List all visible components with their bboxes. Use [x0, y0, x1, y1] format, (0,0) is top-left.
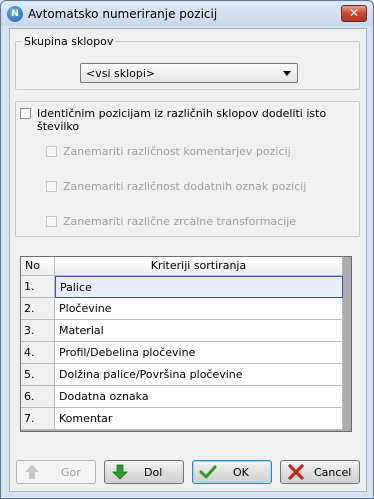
table-row[interactable]: 7. Komentar	[21, 408, 343, 430]
row-number: 5.	[21, 364, 55, 386]
options-fieldset: Identičnim pozicijam iz različnih sklopo…	[15, 101, 360, 237]
arrow-down-icon	[112, 464, 128, 480]
cancel-label: Cancel	[314, 466, 352, 479]
ignore-comments-checkbox[interactable]	[46, 146, 57, 157]
chevron-down-icon[interactable]	[283, 71, 291, 76]
same-number-label: Identičnim pozicijam iz različnih sklopo…	[37, 107, 327, 133]
ignore-mirror-checkbox[interactable]	[46, 216, 57, 227]
move-down-label: Dol	[144, 466, 163, 479]
sorting-criteria-table: No Kriteriji sortiranja 1. Palice 2. Plo…	[20, 256, 352, 432]
row-number: 4.	[21, 342, 55, 364]
row-number: 3.	[21, 320, 55, 342]
move-down-button[interactable]: Dol	[104, 460, 184, 484]
close-button[interactable]: ✕	[341, 5, 367, 22]
criterion-cell[interactable]: Dodatna oznaka	[55, 386, 343, 408]
arrow-up-icon	[25, 465, 39, 479]
criterion-cell[interactable]: Profil/Debelina pločevine	[55, 342, 343, 364]
dialog-window: N Avtomatsko numeriranje pozicij ✕ Skupi…	[0, 0, 374, 499]
ignore-extra-marks-checkbox[interactable]	[46, 181, 57, 192]
move-up-button[interactable]: Gor	[16, 460, 96, 484]
ignore-extra-marks-label: Zanemariti različnost dodatnih oznak poz…	[63, 180, 307, 193]
group-select[interactable]: <vsi sklopi>	[80, 63, 298, 83]
table-row[interactable]: 4. Profil/Debelina pločevine	[21, 342, 343, 364]
table-row[interactable]: 6. Dodatna oznaka	[21, 386, 343, 408]
criterion-cell[interactable]: Material	[55, 320, 343, 342]
group-legend: Skupina sklopov	[22, 35, 116, 48]
ignore-mirror-label: Zanemariti različne zrcalne transformaci…	[63, 215, 297, 228]
table-row[interactable]: 3. Material	[21, 320, 343, 342]
ok-label: OK	[233, 466, 249, 479]
criterion-cell[interactable]: Palice	[55, 276, 343, 298]
row-number: 1.	[21, 276, 55, 298]
table-header: No Kriteriji sortiranja	[21, 257, 343, 276]
group-select-value: <vsi sklopi>	[86, 67, 156, 80]
cancel-button[interactable]: Cancel	[280, 460, 360, 484]
same-number-checkbox[interactable]	[20, 108, 31, 119]
column-header-number[interactable]: No	[21, 257, 55, 276]
window-title: Avtomatsko numeriranje pozicij	[28, 7, 218, 21]
group-fieldset: Skupina sklopov <vsi sklopi>	[15, 35, 360, 90]
move-up-label: Gor	[61, 466, 81, 479]
cancel-x-icon	[288, 464, 304, 480]
dialog-body: Skupina sklopov <vsi sklopi> Identičnim …	[9, 28, 367, 492]
row-number: 7.	[21, 408, 55, 430]
table-row[interactable]: 5. Dolžina palice/Površina pločevine	[21, 364, 343, 386]
row-number: 6.	[21, 386, 55, 408]
ok-button[interactable]: OK	[192, 460, 272, 484]
table-row[interactable]: 2. Pločevine	[21, 298, 343, 320]
app-icon: N	[7, 6, 23, 22]
column-header-criteria[interactable]: Kriteriji sortiranja	[55, 257, 343, 276]
table-row[interactable]: 1. Palice	[21, 276, 343, 298]
criterion-cell[interactable]: Komentar	[55, 408, 343, 430]
criterion-cell[interactable]: Dolžina palice/Površina pločevine	[55, 364, 343, 386]
title-bar[interactable]: N Avtomatsko numeriranje pozicij ✕	[1, 1, 373, 27]
ignore-comments-label: Zanemariti različnost komentarjev pozici…	[63, 145, 291, 158]
row-number: 2.	[21, 298, 55, 320]
checkmark-icon	[199, 465, 217, 479]
criterion-cell[interactable]: Pločevine	[55, 298, 343, 320]
